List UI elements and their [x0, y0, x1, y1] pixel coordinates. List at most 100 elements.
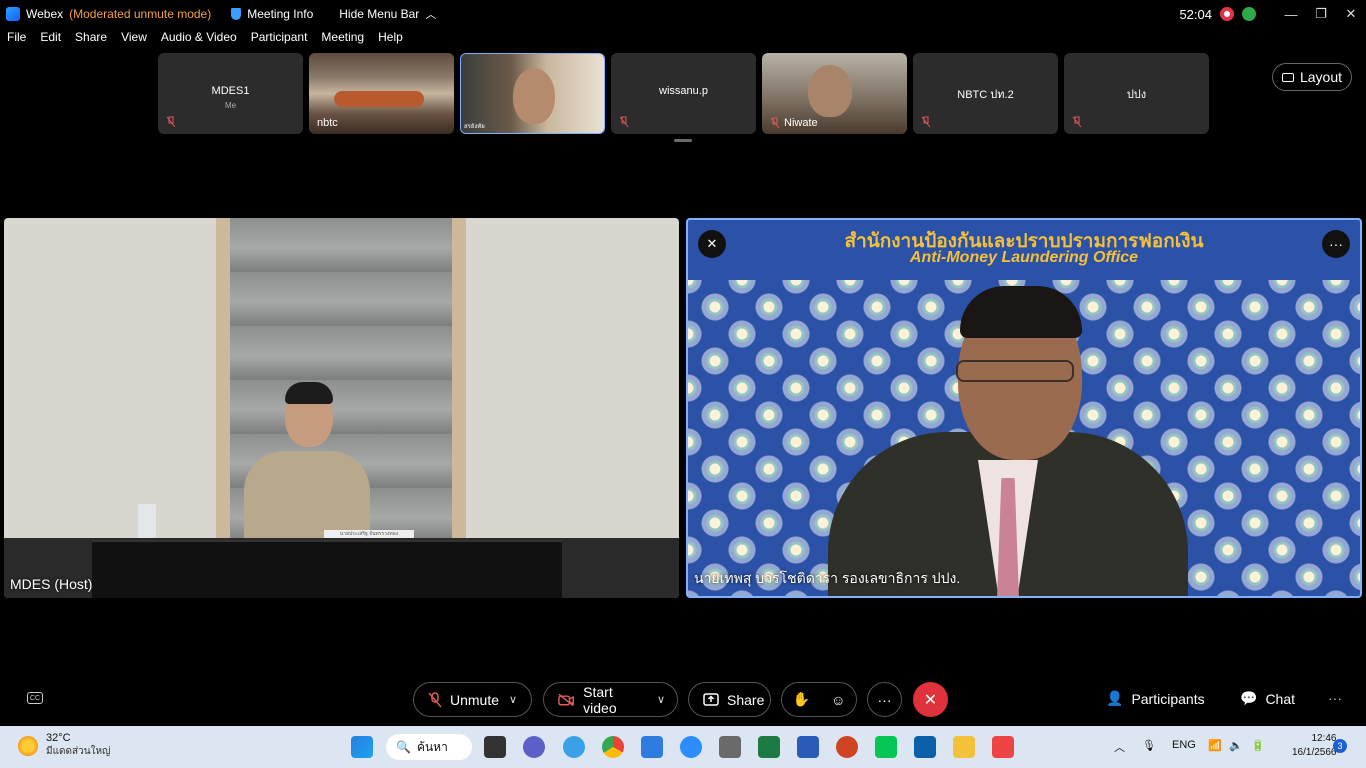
photos-icon[interactable] [641, 736, 663, 758]
restore-button[interactable]: ❐ [1306, 6, 1336, 22]
share-icon [703, 692, 719, 706]
thumbnail-label: nbtc [317, 117, 338, 129]
weather-widget[interactable]: 32°C มีแดดส่วนใหญ่ [18, 732, 111, 759]
reactions-group: ✋ ☺ [781, 682, 857, 717]
menu-participant[interactable]: Participant [251, 30, 308, 50]
leave-meeting-button[interactable]: ✕ [913, 682, 948, 717]
video-tile-host[interactable]: นายประเสริฐ จันทรรวงทอง MDES (Host) [4, 218, 679, 598]
pin-icon[interactable]: ✕ [698, 230, 726, 258]
participant-thumbnails: MDES1 Me nbtc สรยังทัย wissanu.p Niwate … [158, 53, 1209, 134]
muted-mic-icon [770, 117, 780, 129]
muted-mic-icon [166, 116, 176, 128]
participants-label: Participants [1131, 690, 1205, 707]
start-menu-icon[interactable] [351, 736, 373, 758]
menu-meeting[interactable]: Meeting [321, 30, 364, 50]
calculator-icon[interactable] [719, 736, 741, 758]
video-tile-active-speaker[interactable]: สำนักงานป้องกันและปราบปรามการฟอกเงิน Ant… [686, 218, 1362, 598]
thumbnail-nbtc2[interactable]: NBTC ปท.2 [913, 53, 1058, 134]
menu-share[interactable]: Share [75, 30, 107, 50]
muted-mic-icon [619, 116, 629, 128]
file-explorer-icon[interactable] [953, 736, 975, 758]
mic-muted-tray-icon[interactable]: 🎙 [1142, 739, 1156, 752]
pdf-reader-icon[interactable] [992, 736, 1014, 758]
thumbnail-name: nbtc [317, 117, 338, 129]
menu-edit[interactable]: Edit [40, 30, 61, 50]
battery-icon[interactable]: 🔋 [1251, 739, 1265, 752]
start-video-button[interactable]: Start video ∨ [543, 682, 678, 717]
chrome-icon[interactable] [602, 736, 624, 758]
backdrop-banner-english: Anti-Money Laundering Office [909, 249, 1139, 266]
thumbnail-mdes1[interactable]: MDES1 Me [158, 53, 303, 134]
more-options-button[interactable]: ··· [867, 682, 902, 717]
wall-trim [216, 218, 230, 548]
volume-muted-icon[interactable]: 🔈 [1229, 739, 1243, 752]
thumbnail-name: wissanu.p [659, 85, 708, 97]
menu-view[interactable]: View [121, 30, 147, 50]
speaker-hair [960, 286, 1082, 338]
more-options-icon[interactable]: ··· [1322, 230, 1350, 258]
thumbnail-amlo[interactable]: ปปง [1064, 53, 1209, 134]
unmute-button[interactable]: Unmute ∨ [413, 682, 532, 717]
taskbar-search[interactable]: 🔍 ค้นหา [386, 734, 472, 760]
chevron-up-icon[interactable]: ︿ [1114, 739, 1125, 755]
layout-icon [1281, 72, 1294, 82]
word-icon[interactable] [797, 736, 819, 758]
webex-taskbar-icon[interactable] [914, 736, 936, 758]
menu-file[interactable]: File [7, 30, 26, 50]
raise-hand-icon[interactable]: ✋ [793, 691, 810, 708]
desk-monitor [92, 540, 562, 598]
line-icon[interactable] [875, 736, 897, 758]
participants-button[interactable]: 👤 Participants [1106, 690, 1205, 707]
recording-icon[interactable] [1220, 7, 1234, 21]
webex-logo-icon [6, 7, 20, 21]
teams-chat-icon[interactable] [523, 736, 545, 758]
excel-icon[interactable] [758, 736, 780, 758]
share-button[interactable]: Share [688, 682, 771, 717]
muted-mic-icon [1072, 116, 1082, 128]
notification-badge[interactable]: 3 [1333, 739, 1347, 753]
meeting-info-button[interactable]: Meeting Info [231, 7, 313, 21]
taskbar-clock[interactable]: 12:46 16/1/2566 [1292, 732, 1337, 760]
speaker-glasses [956, 360, 1074, 382]
menu-bar: File Edit Share View Audio & Video Parti… [0, 30, 410, 50]
menu-help[interactable]: Help [378, 30, 403, 50]
shield-icon [231, 8, 242, 20]
search-label: ค้นหา [416, 739, 448, 754]
minimize-button[interactable]: — [1276, 7, 1306, 22]
thumbnail-name: Niwate [784, 117, 818, 129]
chat-button[interactable]: 💬 Chat [1240, 690, 1295, 707]
zoom-icon[interactable] [680, 736, 702, 758]
meeting-timer: 52:04 [1179, 6, 1212, 22]
temperature-label: 32°C [46, 732, 71, 744]
language-indicator[interactable]: ENG [1172, 739, 1196, 751]
search-icon: 🔍 [396, 740, 411, 754]
chevron-down-icon[interactable]: ∨ [509, 693, 517, 706]
person-hair [285, 382, 333, 404]
reactions-icon[interactable]: ☺ [831, 692, 845, 708]
sun-icon [18, 735, 38, 756]
video-tile-caption: MDES (Host) [10, 576, 93, 592]
menu-audio-video[interactable]: Audio & Video [161, 30, 237, 50]
video-tile-caption: นายเทพสุ บวรโชติดารา รองเลขาธิการ ปปง. [694, 570, 961, 586]
water-glass [138, 504, 156, 538]
task-view-icon[interactable] [484, 736, 506, 758]
network-health-icon[interactable] [1242, 7, 1256, 21]
thumbnail-wissanu[interactable]: wissanu.p [611, 53, 756, 134]
powerpoint-icon[interactable] [836, 736, 858, 758]
chat-label: Chat [1265, 690, 1296, 707]
participants-icon: 👤 [1106, 690, 1124, 706]
chevron-down-icon[interactable]: ∨ [657, 693, 665, 706]
layout-button[interactable]: Layout [1272, 63, 1352, 91]
globe-app-icon[interactable] [563, 736, 585, 758]
more-options-icon: ··· [877, 691, 892, 708]
filmstrip-resize-handle[interactable] [674, 139, 692, 142]
wifi-icon[interactable]: 📶 [1208, 739, 1222, 752]
thumbnail-active-speaker[interactable]: สรยังทัย [460, 53, 605, 134]
close-button[interactable]: ✕ [1336, 6, 1366, 22]
thumbnail-niwate[interactable]: Niwate [762, 53, 907, 134]
thumbnail-nbtc[interactable]: nbtc [309, 53, 454, 134]
more-panels-icon[interactable]: ··· [1328, 690, 1342, 706]
closed-captions-icon[interactable]: CC [27, 692, 43, 704]
clock-date: 16/1/2566 [1292, 747, 1337, 758]
hide-menu-bar-button[interactable]: Hide Menu Bar ︿ [339, 6, 436, 22]
